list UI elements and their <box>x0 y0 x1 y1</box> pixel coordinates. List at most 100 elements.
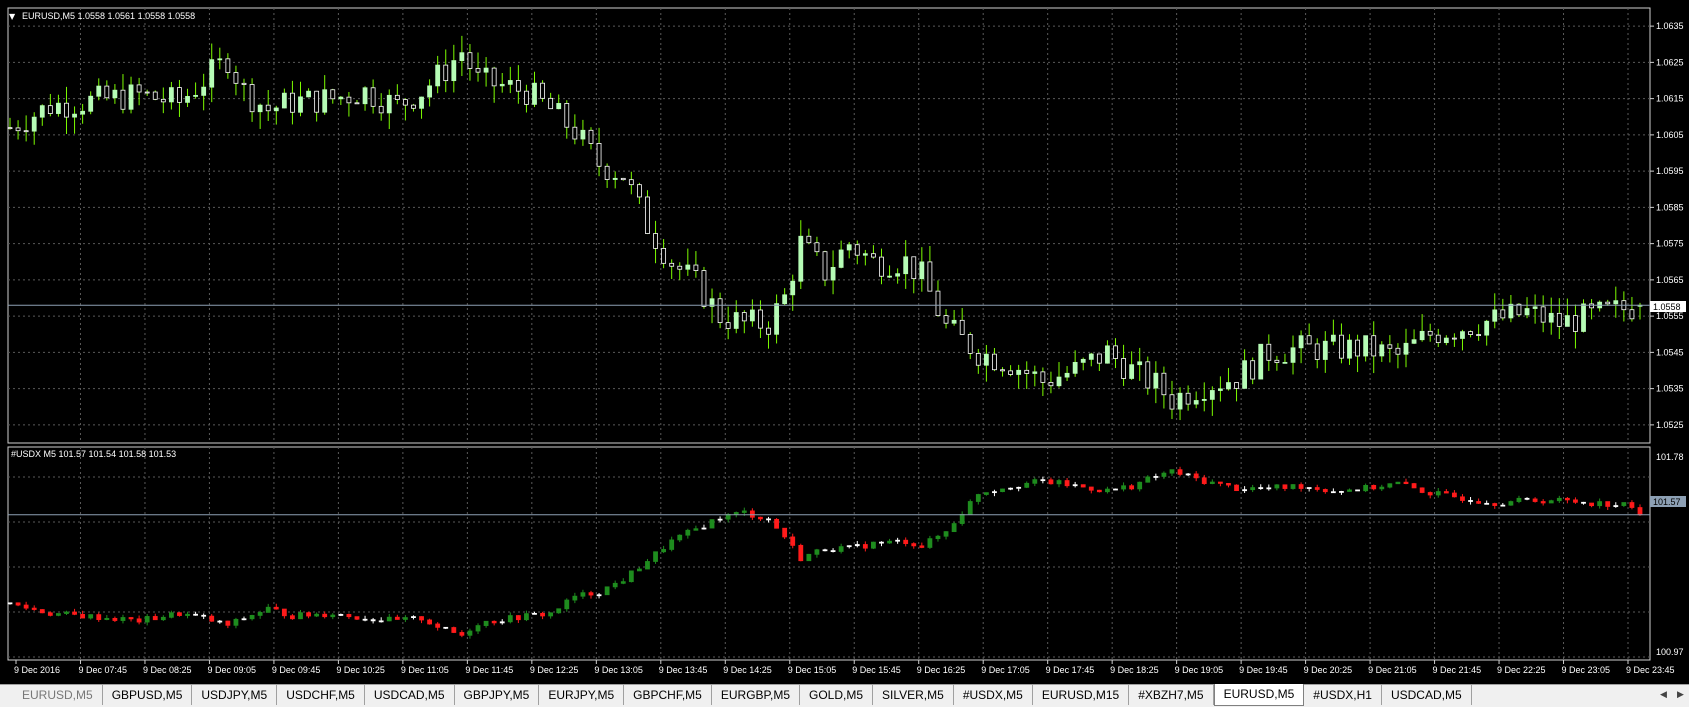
eurusd-candle <box>854 244 860 256</box>
chart-tab[interactable]: USDCAD,M5 <box>365 685 455 705</box>
y-tick-label: 1.0555 <box>1656 311 1684 321</box>
eurusd-candle <box>669 262 675 267</box>
usdx-candle <box>354 616 360 620</box>
chart-area[interactable]: 1.0635 1.0625 1.0615 1.0605 1.0595 1.0585 1.05… <box>0 0 1689 684</box>
usdx-candle <box>1072 484 1078 487</box>
chart-tab[interactable]: USDJPY,M5 <box>192 685 278 705</box>
usdx-candle <box>749 510 755 518</box>
x-tick-label: 9 Dec 13:05 <box>594 665 643 675</box>
usdx-candle <box>475 625 481 632</box>
usdx-candle <box>604 586 610 596</box>
usdx-candle <box>1088 486 1094 491</box>
main-panel-header: EURUSD,M5 1.0558 1.0561 1.0558 1.0558 <box>22 11 195 21</box>
usdx-candle <box>1637 507 1643 516</box>
eurusd-candle <box>31 116 37 132</box>
usdx-candle <box>1347 489 1352 492</box>
eurusd-candle <box>15 127 21 132</box>
usdx-candle <box>257 612 263 616</box>
chart-tab[interactable]: EURGBP,M5 <box>712 685 800 705</box>
chart-tab[interactable]: EURUSD,M5 <box>1213 684 1305 706</box>
main-dropdown-icon[interactable]: ▼ <box>9 12 16 21</box>
chart-tab[interactable]: EURJPY,M5 <box>539 685 625 705</box>
eurusd-candle <box>7 127 13 130</box>
eurusd-candle <box>64 102 69 118</box>
chart-tab[interactable]: USDCHF,M5 <box>277 685 365 705</box>
eurusd-candle <box>273 107 279 112</box>
usdx-candle <box>871 541 876 549</box>
chart-tab[interactable]: GBPUSD,M5 <box>103 685 193 705</box>
eurusd-candle <box>491 67 497 87</box>
usdx-candle <box>887 540 892 544</box>
usdx-candle <box>766 518 771 521</box>
eurusd-candle <box>1153 372 1159 389</box>
x-tick-label: 9 Dec 08:25 <box>143 665 192 675</box>
usdx-candle <box>23 604 29 609</box>
chart-tab[interactable]: GOLD,M5 <box>800 685 874 705</box>
usdx-candle <box>96 614 102 620</box>
eurusd-candle <box>467 52 473 69</box>
tab-scroll-buttons[interactable]: ◀ ▶ <box>1655 685 1689 705</box>
eurusd-candle <box>1105 345 1110 364</box>
eurusd-candle <box>56 102 61 114</box>
x-tick-label: 9 Dec 09:45 <box>272 665 321 675</box>
eurusd-candle <box>911 256 917 280</box>
eurusd-candle <box>1169 394 1175 410</box>
eurusd-candle <box>459 52 465 61</box>
usdx-candle <box>854 544 860 547</box>
y-tick-label: 1.0625 <box>1656 57 1684 67</box>
usdx-candle <box>1387 483 1393 488</box>
usdx-candle <box>72 611 77 615</box>
usdx-candle <box>104 617 110 620</box>
usdx-candle <box>935 535 941 540</box>
eurusd-candle <box>653 233 658 249</box>
usdx-candle <box>241 618 247 621</box>
y-tick-label: 100.97 <box>1656 647 1684 657</box>
usdx-candle <box>47 612 53 616</box>
chart-tab[interactable]: SILVER,M5 <box>873 685 954 705</box>
eurusd-candle <box>1250 360 1256 380</box>
usdx-candle <box>548 612 554 617</box>
eurusd-candle <box>693 264 699 271</box>
usdx-candle <box>1201 477 1207 484</box>
chart-tab[interactable]: EURUSD,M5 <box>0 685 103 705</box>
eurusd-candle <box>661 247 667 264</box>
eurusd-panel[interactable]: 1.0635 1.0625 1.0615 1.0605 1.0595 1.0585 1.05… <box>7 7 1684 444</box>
chart-tab[interactable]: #XBZH7,M5 <box>1129 685 1214 705</box>
eurusd-candle <box>588 129 594 144</box>
usdx-candle <box>1411 483 1417 489</box>
eurusd-candle <box>1347 339 1352 359</box>
chart-tab[interactable]: #USDX,M5 <box>954 685 1033 705</box>
eurusd-candle <box>774 303 779 335</box>
eurusd-candle <box>725 322 731 329</box>
usdx-candle <box>1129 485 1135 490</box>
usdx-candle <box>628 570 634 583</box>
eurusd-candle <box>314 90 320 113</box>
usdx-candle <box>1153 476 1159 478</box>
chart-tab[interactable]: USDCAD,M5 <box>1382 685 1472 705</box>
y-tick-label: 1.0595 <box>1656 166 1684 176</box>
scroll-left-icon[interactable]: ◀ <box>1655 685 1672 705</box>
y-tick-label: 1.0605 <box>1656 130 1684 140</box>
eurusd-candle <box>1339 334 1344 359</box>
eurusd-candle <box>23 130 29 133</box>
eurusd-candle <box>515 80 521 92</box>
eurusd-candle <box>1581 303 1586 332</box>
usdx-candle <box>435 623 441 628</box>
chart-tab[interactable]: GBPJPY,M5 <box>455 685 540 705</box>
usdx-candle <box>1209 481 1215 484</box>
eurusd-candle <box>1072 361 1078 374</box>
scroll-right-icon[interactable]: ▶ <box>1672 685 1689 705</box>
y-tick-label: 1.0535 <box>1656 384 1684 394</box>
chart-tab[interactable]: GBPCHF,M5 <box>624 685 712 705</box>
eurusd-candle <box>927 261 933 292</box>
eurusd-candle <box>1258 343 1264 380</box>
usdx-candle <box>281 608 287 617</box>
chart-tab[interactable]: EURUSD,M15 <box>1033 685 1130 705</box>
eurusd-candle <box>1064 372 1070 378</box>
eurusd-candle <box>217 58 223 61</box>
eurusd-candle <box>257 104 263 113</box>
eurusd-candle <box>39 105 45 118</box>
usdx-candle <box>1395 481 1401 485</box>
chart-tab[interactable]: #USDX,H1 <box>1304 685 1382 705</box>
usdx-panel[interactable]: 9 Dec 2016 9 Dec 07:45 9 Dec 08:25 9 Dec 09… <box>7 446 1684 675</box>
